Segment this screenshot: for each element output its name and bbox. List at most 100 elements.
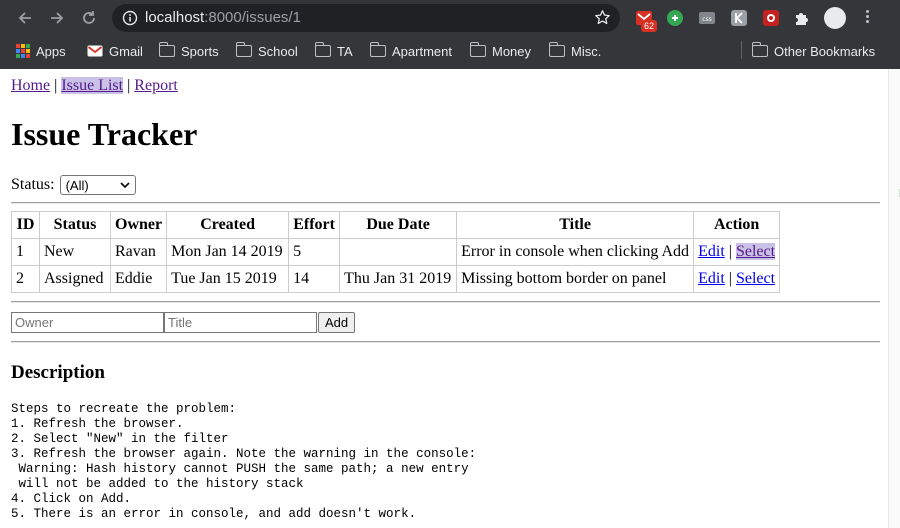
url-path: :8000/issues/1 — [204, 9, 301, 26]
nav-home-link[interactable]: Home — [11, 77, 50, 94]
bookmarks-bar: Apps Gmail Sports School TA Apartment Mo… — [0, 36, 900, 64]
cell-title: Error in console when clicking Add — [456, 238, 695, 266]
nav-issue-list-link[interactable]: Issue List — [61, 77, 124, 94]
page-scrollbar[interactable] — [888, 69, 900, 528]
bookmark-other[interactable]: Other Bookmarks — [751, 42, 876, 60]
status-select-value: (All) — [65, 177, 89, 193]
folder-icon — [469, 42, 486, 57]
folder-icon — [235, 42, 252, 57]
bookmark-label: Sports — [181, 43, 219, 59]
col-title: Title — [456, 211, 695, 239]
css-extension-icon[interactable]: css — [697, 8, 717, 28]
nav-separator: | — [127, 77, 131, 94]
bookmark-label: Gmail — [109, 43, 143, 59]
gmail-unread-badge: 62 — [641, 20, 658, 32]
bookmarks-separator — [741, 41, 742, 59]
table-row: 1 New Ravan Mon Jan 14 2019 5 Error in c… — [11, 238, 781, 266]
cell-status: Assigned — [39, 265, 111, 293]
edit-link[interactable]: Edit — [698, 270, 725, 287]
browser-menu-icon[interactable] — [860, 8, 874, 28]
divider — [11, 202, 880, 204]
status-filter: Status: (All) — [11, 175, 136, 195]
browser-toolbar: localhost:8000/issues/1 62 css — [0, 0, 900, 36]
k-extension-icon[interactable] — [729, 8, 749, 28]
green-extension-icon[interactable] — [665, 8, 685, 28]
url-host: localhost — [145, 9, 205, 26]
cell-effort: 14 — [288, 265, 341, 293]
bookmark-label: Other Bookmarks — [774, 43, 876, 59]
cell-effort: 5 — [288, 238, 341, 266]
col-owner: Owner — [109, 211, 168, 239]
bookmark-apartment[interactable]: Apartment — [369, 42, 452, 60]
table-header-row: ID Status Owner Created Effort Due Date … — [11, 211, 781, 239]
nav-report-link[interactable]: Report — [134, 77, 178, 94]
cell-owner: Eddie — [109, 265, 168, 293]
col-status: Status — [39, 211, 111, 239]
issue-table: ID Status Owner Created Effort Due Date … — [11, 211, 781, 293]
bookmark-label: Apps — [36, 43, 66, 59]
table-row: 2 Assigned Eddie Tue Jan 15 2019 14 Thu … — [11, 265, 781, 293]
divider — [11, 341, 880, 343]
site-info-icon[interactable] — [122, 10, 138, 31]
add-button[interactable]: Add — [318, 312, 356, 333]
bookmark-label: TA — [337, 43, 353, 59]
cell-due-date — [339, 238, 458, 266]
status-filter-label: Status: — [11, 176, 55, 193]
bookmark-star-icon[interactable] — [594, 9, 611, 31]
cell-id: 1 — [11, 238, 40, 266]
description-heading: Description — [11, 362, 105, 383]
cell-action: Edit | Select — [693, 238, 781, 266]
action-separator: | — [728, 243, 732, 260]
bookmark-money[interactable]: Money — [469, 42, 532, 60]
cell-created: Tue Jan 15 2019 — [166, 265, 290, 293]
bookmark-misc[interactable]: Misc. — [548, 42, 601, 60]
address-bar[interactable]: localhost:8000/issues/1 — [112, 4, 620, 32]
folder-icon — [158, 42, 175, 57]
bookmark-label: Money — [492, 43, 532, 59]
red-extension-icon[interactable] — [761, 8, 781, 28]
folder-icon — [751, 42, 768, 57]
cell-status: New — [39, 238, 111, 266]
cell-owner: Ravan — [109, 238, 168, 266]
col-effort: Effort — [288, 211, 341, 239]
select-link[interactable]: Select — [736, 270, 775, 287]
extensions-puzzle-icon[interactable] — [792, 8, 812, 28]
bookmark-apps[interactable]: Apps — [16, 42, 66, 60]
page-content: Home | Issue List | Report Issue Tracker… — [0, 69, 888, 528]
bookmark-label: Apartment — [392, 43, 452, 59]
col-action: Action — [693, 211, 781, 239]
apps-icon — [16, 44, 30, 58]
page-title: Issue Tracker — [11, 116, 198, 152]
forward-icon[interactable] — [47, 8, 67, 28]
edit-link[interactable]: Edit — [698, 243, 725, 260]
description-text: Steps to recreate the problem: 1. Refres… — [11, 402, 477, 521]
col-created: Created — [166, 211, 290, 239]
profile-avatar-icon[interactable] — [824, 7, 846, 29]
bookmark-sports[interactable]: Sports — [158, 42, 219, 60]
cell-due-date: Thu Jan 31 2019 — [339, 265, 458, 293]
folder-icon — [548, 42, 565, 57]
add-issue-form: Add — [11, 312, 356, 333]
svg-text:css: css — [702, 16, 712, 23]
title-input[interactable] — [164, 312, 317, 333]
cell-id: 2 — [11, 265, 40, 293]
bookmark-ta[interactable]: TA — [314, 42, 353, 60]
top-nav: Home | Issue List | Report — [11, 77, 178, 95]
chevron-down-icon — [119, 181, 130, 188]
back-icon[interactable] — [15, 8, 35, 28]
col-id: ID — [11, 211, 40, 239]
select-link[interactable]: Select — [735, 243, 776, 260]
gmail-icon — [87, 45, 103, 57]
action-separator: | — [728, 270, 732, 287]
bookmark-label: School — [258, 43, 298, 59]
status-select[interactable]: (All) — [59, 175, 136, 195]
col-due-date: Due Date — [339, 211, 458, 239]
bookmark-school[interactable]: School — [235, 42, 298, 60]
cell-created: Mon Jan 14 2019 — [166, 238, 290, 266]
divider — [11, 301, 880, 303]
reload-icon[interactable] — [79, 8, 99, 28]
url-text: localhost:8000/issues/1 — [145, 9, 301, 26]
browser-chrome: localhost:8000/issues/1 62 css Apps Gmai… — [0, 0, 900, 69]
owner-input[interactable] — [11, 312, 164, 333]
bookmark-gmail[interactable]: Gmail — [87, 42, 143, 60]
